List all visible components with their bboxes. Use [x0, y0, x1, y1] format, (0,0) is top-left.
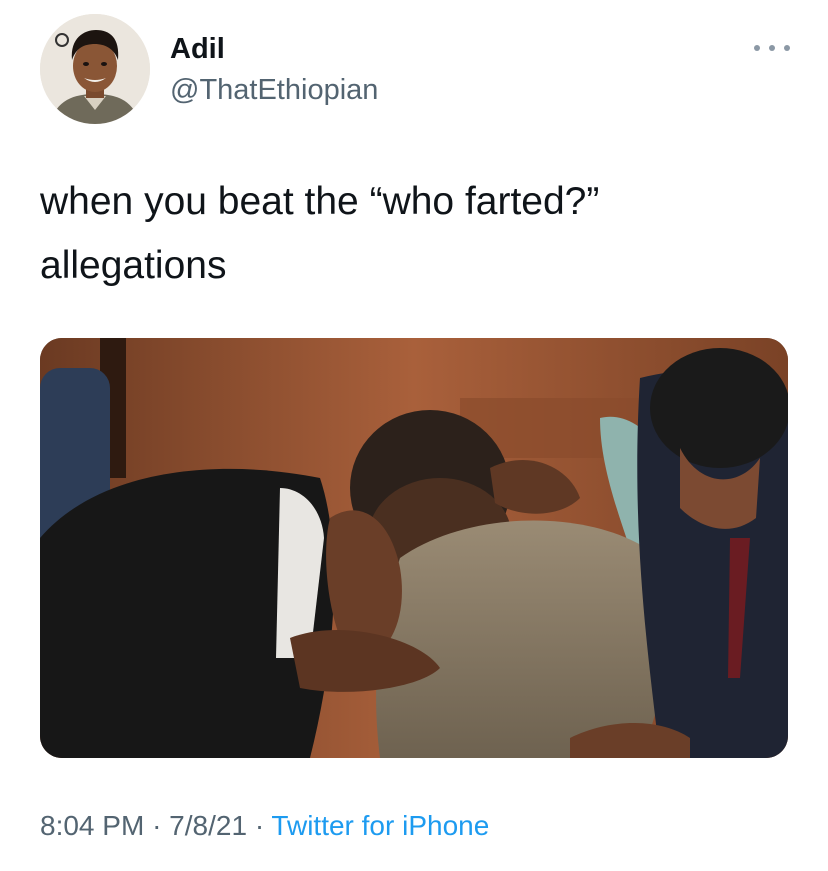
- meta-separator: ·: [254, 810, 265, 841]
- dot: [784, 45, 790, 51]
- meta-separator: ·: [152, 810, 162, 841]
- tweet-source-link[interactable]: Twitter for iPhone: [271, 810, 489, 841]
- tweet-date[interactable]: 7/8/21: [169, 810, 247, 841]
- courtroom-photo: [40, 338, 788, 758]
- more-dots-icon[interactable]: [754, 38, 790, 58]
- tweet-time[interactable]: 8:04 PM: [40, 810, 144, 841]
- tweet-meta: 8:04 PM · 7/8/21 · Twitter for iPhone: [40, 806, 489, 846]
- avatar[interactable]: [40, 14, 150, 124]
- avatar-photo: [40, 14, 150, 124]
- dot: [769, 45, 775, 51]
- tweet-media-image[interactable]: [40, 338, 788, 758]
- tweet-text-line: when you beat the “who farted?”: [40, 180, 600, 223]
- author-handle[interactable]: @ThatEthiopian: [170, 73, 378, 107]
- tweet-text-line: allegations: [40, 244, 227, 287]
- dot: [754, 45, 760, 51]
- tweet-text: when you beat the “who farted?” allegati…: [40, 170, 780, 298]
- author-name[interactable]: Adil: [170, 32, 225, 66]
